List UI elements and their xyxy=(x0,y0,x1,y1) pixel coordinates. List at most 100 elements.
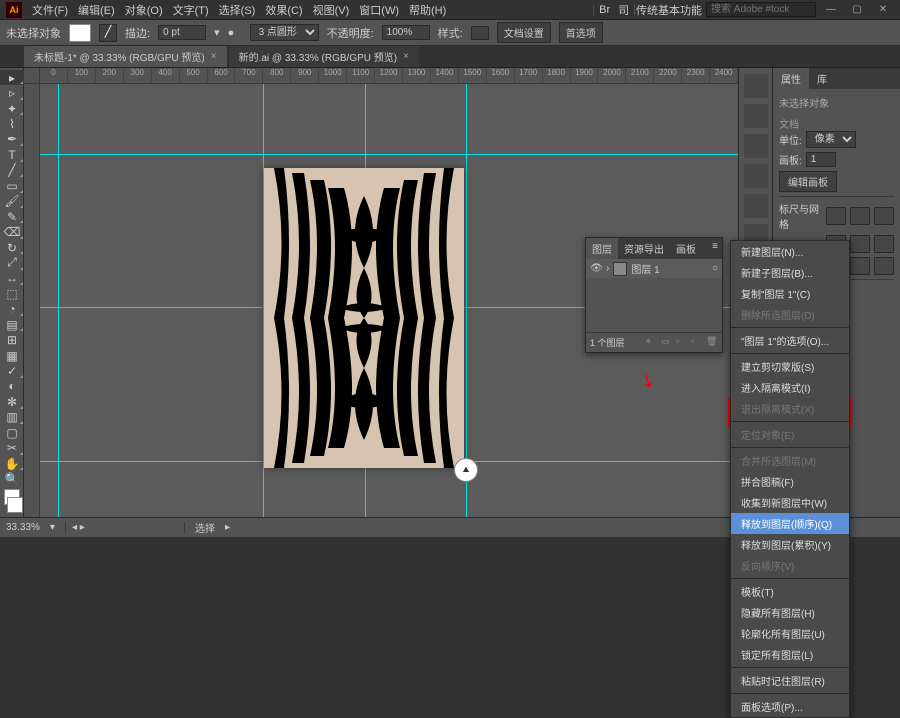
guide[interactable] xyxy=(58,84,59,517)
menu-item[interactable]: 帮助(H) xyxy=(405,0,450,20)
brush-select[interactable]: 3 点圆形 xyxy=(250,24,319,41)
workspace-label[interactable]: 传统基本功能 xyxy=(636,2,702,18)
layer-row[interactable]: 👁 › 图层 1 ○ xyxy=(586,259,722,278)
ruler-origin[interactable] xyxy=(24,68,40,84)
align-btn3[interactable] xyxy=(874,257,894,275)
menu-item[interactable]: 粘贴时记住图层(R) xyxy=(731,670,849,691)
color-panel-icon[interactable] xyxy=(744,74,768,98)
fill-swatch[interactable] xyxy=(69,24,91,42)
type-tool[interactable]: T xyxy=(0,147,24,162)
hand-tool[interactable]: ✋ xyxy=(0,456,24,471)
menu-item[interactable]: 选择(S) xyxy=(215,0,260,20)
menu-item[interactable]: 释放到图层(累积)(Y) xyxy=(731,534,849,555)
gradient-tool[interactable]: ▦ xyxy=(0,348,24,363)
free-transform-tool[interactable]: ⬚ xyxy=(0,286,24,301)
stroke-width-input[interactable] xyxy=(158,25,206,40)
menu-item[interactable]: 轮廓化所有图层(U) xyxy=(731,623,849,644)
visibility-icon[interactable]: 👁 xyxy=(590,263,602,275)
scale-tool[interactable]: ⤢ xyxy=(0,255,24,270)
guide[interactable] xyxy=(40,154,738,155)
style-swatch[interactable] xyxy=(471,26,489,40)
guide[interactable] xyxy=(466,84,467,517)
paintbrush-tool[interactable]: 🖌 xyxy=(0,194,24,209)
rotate-tool[interactable]: ↻ xyxy=(0,240,24,255)
symbol-sprayer-tool[interactable]: ✻ xyxy=(0,394,24,409)
eyedropper-tool[interactable]: ✓ xyxy=(0,363,24,378)
magic-wand-tool[interactable]: ✦ xyxy=(0,101,24,116)
menu-item[interactable]: 拼合图稿(F) xyxy=(731,471,849,492)
stroke-panel-icon[interactable] xyxy=(744,194,768,218)
tab-layers[interactable]: 图层 xyxy=(586,238,618,259)
eraser-tool[interactable]: ⌫ xyxy=(0,224,24,239)
slice-tool[interactable]: ✂ xyxy=(0,441,24,456)
tab-artboards[interactable]: 画板 xyxy=(670,238,702,259)
close-icon[interactable]: × xyxy=(211,51,217,62)
menu-item[interactable]: 新建子图层(B)... xyxy=(731,262,849,283)
doc-setup-button[interactable]: 文档设置 xyxy=(497,22,551,43)
menu-item[interactable]: 文字(T) xyxy=(169,0,213,20)
layer-name[interactable]: 图层 1 xyxy=(631,261,659,276)
perspective-tool[interactable]: ▤ xyxy=(0,317,24,332)
bridge-icon[interactable]: Br xyxy=(595,4,614,16)
expand-icon[interactable]: › xyxy=(606,263,609,274)
ruler-horizontal[interactable]: 0100200300400500600700800900100011001200… xyxy=(40,68,738,84)
opacity-input[interactable] xyxy=(382,25,430,40)
guide-btn3[interactable] xyxy=(874,235,894,253)
target-icon[interactable]: ○ xyxy=(712,263,718,274)
pen-tool[interactable]: ✒ xyxy=(0,132,24,147)
menu-item[interactable]: 新建图层(N)... xyxy=(731,241,849,262)
menu-item[interactable]: 收集到新图层中(W) xyxy=(731,492,849,513)
maximize-button[interactable]: ▢ xyxy=(846,3,868,17)
artboard-tool[interactable]: ▢ xyxy=(0,425,24,440)
selection-tool[interactable]: ▸ xyxy=(0,70,24,85)
pencil-tool[interactable]: ✎ xyxy=(0,209,24,224)
menu-item[interactable]: 建立剪切蒙版(S) xyxy=(731,356,849,377)
tab-libraries[interactable]: 库 xyxy=(809,68,835,89)
menu-item[interactable]: 文件(F) xyxy=(28,0,72,20)
ruler-btn[interactable] xyxy=(826,207,846,225)
doc-tab-2[interactable]: 新的.ai @ 33.33% (RGB/GPU 预览)× xyxy=(229,46,419,67)
locate-icon[interactable]: ⌖ xyxy=(646,336,658,348)
prefs-button[interactable]: 首选项 xyxy=(559,22,603,43)
menu-item[interactable]: 模板(T) xyxy=(731,581,849,602)
menu-item[interactable]: 效果(C) xyxy=(261,0,306,20)
brushes-panel-icon[interactable] xyxy=(744,134,768,158)
guide-btn2[interactable] xyxy=(850,235,870,253)
line-tool[interactable]: ╱ xyxy=(0,163,24,178)
menu-item[interactable]: 进入隔离模式(I) xyxy=(731,377,849,398)
menu-item[interactable]: 锁定所有图层(L) xyxy=(731,644,849,665)
symbols-panel-icon[interactable] xyxy=(744,164,768,188)
column-graph-tool[interactable]: ▥ xyxy=(0,410,24,425)
menu-item[interactable]: 视图(V) xyxy=(309,0,354,20)
no-fill-icon[interactable]: ╱ xyxy=(99,24,117,42)
close-icon[interactable]: × xyxy=(403,51,409,62)
menu-item[interactable]: 编辑(E) xyxy=(74,0,119,20)
doc-tab-1[interactable]: 未标题-1* @ 33.33% (RGB/GPU 预览)× xyxy=(24,46,227,67)
shape-builder-tool[interactable]: ◔ xyxy=(0,302,24,317)
new-sublayer-icon[interactable]: ▫ xyxy=(676,336,688,348)
search-input[interactable] xyxy=(706,2,816,17)
menu-item[interactable]: 隐藏所有图层(H) xyxy=(731,602,849,623)
rectangle-tool[interactable]: ▭ xyxy=(0,178,24,193)
menu-item[interactable]: 释放到图层(顺序)(Q) xyxy=(731,513,849,534)
ruler-vertical[interactable] xyxy=(24,84,40,517)
swatches-panel-icon[interactable] xyxy=(744,104,768,128)
menu-item[interactable]: 面板选项(P)... xyxy=(731,696,849,717)
mesh-tool[interactable]: ⊞ xyxy=(0,332,24,347)
zoom-tool[interactable]: 🔍 xyxy=(0,471,24,486)
edit-artboard-button[interactable]: 编辑画板 xyxy=(779,171,837,192)
menu-item[interactable]: 对象(O) xyxy=(121,0,167,20)
menu-item[interactable]: 复制"图层 1"(C) xyxy=(731,283,849,304)
lasso-tool[interactable]: ⌇ xyxy=(0,116,24,131)
artboard-input[interactable] xyxy=(806,152,836,167)
close-button[interactable]: ✕ xyxy=(872,3,894,17)
fill-stroke-swatch[interactable] xyxy=(0,487,23,515)
stock-icon[interactable]: 司 xyxy=(614,2,633,18)
tab-export[interactable]: 资源导出 xyxy=(618,238,670,259)
menu-item[interactable]: 窗口(W) xyxy=(355,0,403,20)
clip-icon[interactable]: ▭ xyxy=(661,336,673,348)
minimize-button[interactable]: — xyxy=(820,3,842,17)
menu-item[interactable]: "图层 1"的选项(O)... xyxy=(731,330,849,351)
grid-btn[interactable] xyxy=(850,207,870,225)
panel-menu-icon[interactable]: ≡ xyxy=(708,238,722,259)
